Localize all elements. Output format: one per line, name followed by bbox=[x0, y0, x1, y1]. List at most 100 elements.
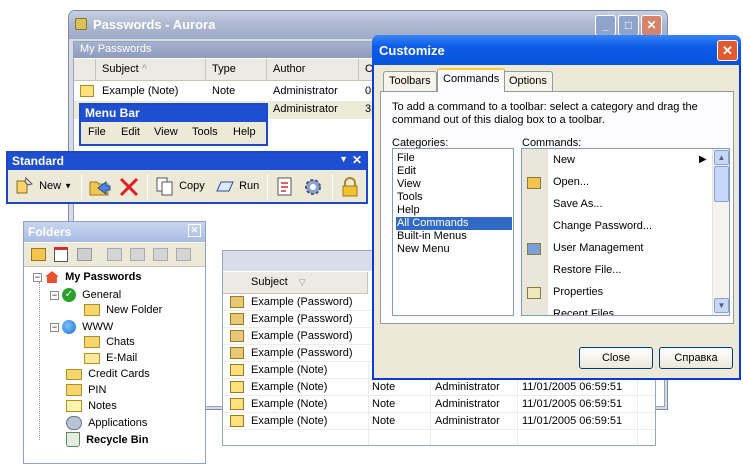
command-item[interactable]: New bbox=[553, 154, 575, 166]
command-item[interactable]: Open... bbox=[553, 176, 589, 188]
scroll-up-button[interactable]: ▲ bbox=[714, 150, 729, 165]
properties-icon bbox=[527, 287, 541, 299]
scroll-down-button[interactable]: ▼ bbox=[714, 298, 729, 313]
close-button[interactable]: ✕ bbox=[641, 15, 662, 36]
tree-item-email[interactable]: E-Mail bbox=[84, 352, 137, 368]
collapse-icon[interactable]: − bbox=[33, 272, 42, 282]
new-item-icon bbox=[16, 177, 33, 194]
category-item[interactable]: Edit bbox=[396, 165, 417, 178]
lock-icon[interactable] bbox=[339, 176, 361, 198]
move-up-icon[interactable] bbox=[107, 248, 122, 261]
customize-dialog: Customize ✕ Toolbars Commands Options To… bbox=[372, 35, 741, 380]
tab-options[interactable]: Options bbox=[503, 71, 553, 91]
column-header-type[interactable]: Type bbox=[206, 59, 267, 81]
commands-scrollbar[interactable]: ▲ ▼ bbox=[712, 149, 729, 315]
tab-commands[interactable]: Commands bbox=[437, 68, 506, 92]
settings-gear-icon[interactable] bbox=[302, 176, 324, 198]
command-item[interactable]: Restore File... bbox=[553, 264, 621, 276]
menu-view[interactable]: View bbox=[154, 126, 178, 138]
list-item[interactable]: Example (Note) Note Administrator 11/01/200… bbox=[223, 379, 655, 396]
categories-list[interactable]: File Edit View Tools Help All Commands Built-i… bbox=[392, 148, 514, 316]
list-item[interactable]: Example (Note) Note Administrator 11/01/200… bbox=[223, 396, 655, 413]
collapse-icon[interactable]: − bbox=[50, 290, 59, 300]
tree-item-notes[interactable]: Notes bbox=[66, 400, 117, 416]
commands-list[interactable]: New Open... Save As... Change Password... Us… bbox=[521, 148, 730, 316]
command-item[interactable]: User Management bbox=[553, 242, 644, 254]
credit-card-icon bbox=[66, 368, 82, 380]
cell-date: 11/01/2005 06:59:51 bbox=[522, 398, 623, 410]
tree-item-chats[interactable]: Chats bbox=[84, 336, 135, 352]
note-icon bbox=[230, 364, 244, 376]
tree-item-new-folder[interactable]: New Folder bbox=[84, 304, 162, 320]
category-item[interactable]: View bbox=[396, 178, 422, 191]
copy-folder-icon[interactable] bbox=[153, 248, 168, 261]
delete-icon[interactable] bbox=[118, 176, 140, 198]
menu-bar-toolbar[interactable]: Menu Bar File Edit View Tools Help bbox=[79, 103, 268, 146]
note-icon bbox=[80, 85, 94, 97]
column-header-author[interactable]: Author bbox=[267, 59, 359, 81]
cell-author: Administrator bbox=[435, 398, 500, 410]
category-item[interactable]: New Menu bbox=[396, 243, 451, 256]
category-item[interactable]: File bbox=[396, 152, 416, 165]
envelope-icon bbox=[84, 352, 100, 364]
folders-title-bar[interactable]: Folders ✕ bbox=[24, 222, 205, 242]
column-header-subject[interactable]: Subject ▽ bbox=[223, 272, 368, 294]
collapse-icon[interactable]: − bbox=[50, 322, 59, 332]
minimize-button[interactable]: _ bbox=[595, 15, 616, 36]
copy-button[interactable]: Copy bbox=[154, 175, 205, 196]
category-item[interactable]: Tools bbox=[396, 191, 424, 204]
menu-edit[interactable]: Edit bbox=[121, 126, 140, 138]
tab-toolbars[interactable]: Toolbars bbox=[383, 71, 437, 91]
paste-icon[interactable] bbox=[176, 248, 191, 261]
menu-help[interactable]: Help bbox=[233, 126, 256, 138]
column-header-subject[interactable]: Subject ^ bbox=[96, 59, 206, 81]
run-button[interactable]: Run bbox=[214, 175, 259, 195]
command-item[interactable]: Recent Files bbox=[553, 308, 614, 315]
command-item[interactable]: Properties bbox=[553, 286, 603, 298]
tree-item-recycle-bin[interactable]: Recycle Bin bbox=[66, 432, 148, 448]
category-item[interactable]: Help bbox=[396, 204, 421, 217]
dropdown-arrow-icon[interactable]: ▼ bbox=[64, 182, 72, 191]
category-item[interactable]: All Commands bbox=[396, 217, 512, 230]
tree-item-applications[interactable]: Applications bbox=[66, 416, 147, 432]
tree-item-credit-cards[interactable]: Credit Cards bbox=[66, 368, 150, 384]
folders-toolbar bbox=[24, 243, 205, 267]
close-button[interactable]: ✕ bbox=[717, 40, 738, 61]
new-button[interactable]: New ▼ bbox=[14, 175, 76, 195]
menu-tools[interactable]: Tools bbox=[192, 126, 218, 138]
check-icon: ✓ bbox=[62, 288, 76, 302]
recycle-bin-icon bbox=[66, 432, 80, 447]
menu-file[interactable]: File bbox=[88, 126, 106, 138]
maximize-button[interactable]: □ bbox=[618, 15, 639, 36]
help-button[interactable]: Справка bbox=[659, 347, 733, 369]
toolbar-close-icon[interactable]: ✕ bbox=[352, 153, 362, 167]
properties-icon[interactable] bbox=[274, 176, 296, 198]
open-folder-icon[interactable] bbox=[88, 176, 112, 198]
tree-item-www[interactable]: − WWW bbox=[50, 320, 113, 336]
cell-type: Note bbox=[372, 415, 396, 427]
tree-item-my-passwords[interactable]: − My Passwords bbox=[33, 271, 141, 287]
category-item[interactable]: Built-in Menus bbox=[396, 230, 468, 243]
tree-item-pin[interactable]: PIN bbox=[66, 384, 106, 400]
note-icon bbox=[230, 398, 244, 410]
scroll-thumb[interactable] bbox=[714, 166, 729, 202]
move-icon[interactable] bbox=[130, 248, 145, 261]
list-item[interactable]: Example (Note) Note Administrator 11/01/200… bbox=[223, 413, 655, 430]
command-item[interactable]: Save As... bbox=[553, 198, 603, 210]
cell-date: 11/01/2005 06:59:51 bbox=[522, 381, 623, 393]
menu-bar-title[interactable]: Menu Bar bbox=[81, 105, 266, 122]
customize-title-bar[interactable]: Customize ✕ bbox=[372, 35, 741, 65]
tree-item-general[interactable]: − ✓ General bbox=[50, 288, 121, 304]
close-dialog-button[interactable]: Close bbox=[579, 347, 653, 369]
cell-subject: Example (Note) bbox=[251, 381, 328, 393]
standard-title[interactable]: Standard ▼ ✕ bbox=[8, 153, 366, 170]
applications-icon bbox=[66, 416, 82, 430]
toolbar-options-icon[interactable]: ▼ bbox=[339, 154, 348, 164]
delete-folder-icon[interactable] bbox=[77, 248, 92, 261]
new-folder-icon[interactable] bbox=[31, 248, 46, 261]
command-item[interactable]: Change Password... bbox=[553, 220, 652, 232]
standard-toolbar[interactable]: Standard ▼ ✕ New ▼ Copy Run bbox=[6, 151, 368, 204]
column-header-icon bbox=[74, 59, 96, 81]
properties-icon[interactable] bbox=[54, 247, 68, 262]
close-icon[interactable]: ✕ bbox=[188, 224, 201, 237]
